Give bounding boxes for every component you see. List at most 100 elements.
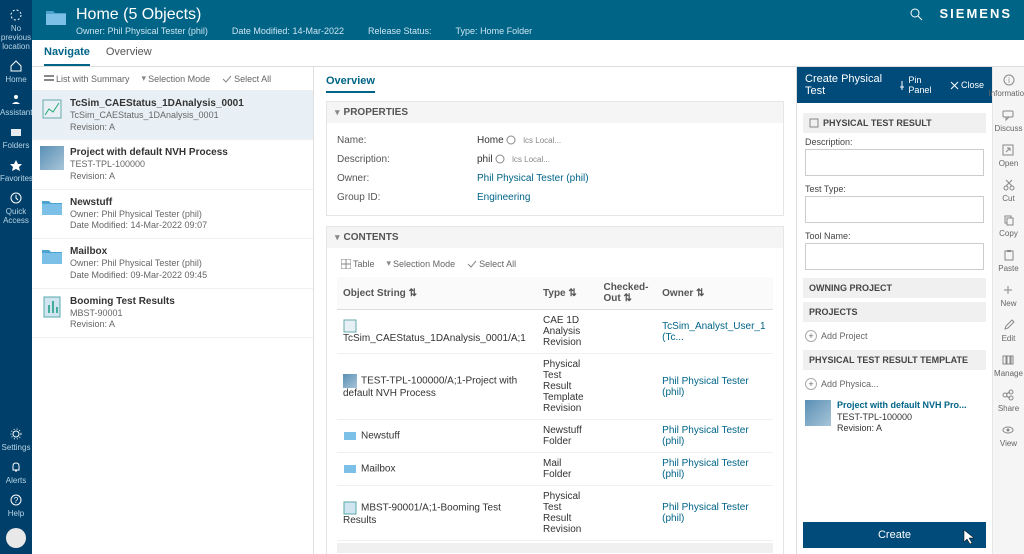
list-toolbar: List with Summary Selection Mode Select … bbox=[32, 67, 313, 91]
col-checked[interactable]: Checked-Out ⇅ bbox=[597, 277, 656, 310]
add-template-button[interactable]: +Add Physica... bbox=[803, 374, 986, 394]
template-card[interactable]: Project with default NVH Pro... TEST-TPL… bbox=[803, 394, 986, 441]
section-template: PHYSICAL TEST RESULT TEMPLATE bbox=[803, 350, 986, 370]
check-icon bbox=[222, 74, 232, 84]
plus-icon: + bbox=[805, 330, 817, 342]
tab-navigate[interactable]: Navigate bbox=[44, 40, 90, 66]
horizontal-scrollbar[interactable] bbox=[337, 543, 773, 553]
brand-logo: SIEMENS bbox=[939, 6, 1012, 21]
create-button[interactable]: Create bbox=[803, 522, 986, 548]
nav-no-previous[interactable]: No previous location bbox=[0, 4, 32, 55]
manage-button[interactable]: Manage bbox=[994, 353, 1023, 378]
nav-quick-access[interactable]: Quick Access bbox=[0, 187, 32, 229]
info-button[interactable]: iInformation bbox=[988, 73, 1024, 98]
main-tabs: Navigate Overview bbox=[32, 40, 1024, 67]
globe-icon bbox=[495, 154, 505, 164]
owner-link[interactable]: Phil Physical Tester (phil) bbox=[656, 486, 773, 541]
selection-mode-toggle[interactable]: Selection Mode bbox=[138, 71, 215, 86]
section-physical-test-result: PHYSICAL TEST RESULT bbox=[803, 113, 986, 133]
page-header: Home (5 Objects) Owner: Phil Physical Te… bbox=[32, 0, 1024, 40]
owner-link[interactable]: Phil Physical Tester (phil) bbox=[656, 453, 773, 486]
item-title: Booming Test Results bbox=[70, 295, 175, 308]
object-list-panel: List with Summary Selection Mode Select … bbox=[32, 67, 314, 554]
test-type-input[interactable] bbox=[805, 196, 984, 223]
tool-name-input[interactable] bbox=[805, 243, 984, 270]
collapse-icon[interactable] bbox=[335, 232, 340, 243]
tab-overview[interactable]: Overview bbox=[106, 40, 152, 66]
nav-home[interactable]: Home bbox=[0, 55, 32, 88]
select-all-toggle-2[interactable]: Select All bbox=[463, 256, 520, 271]
description-input[interactable] bbox=[805, 149, 984, 176]
details-panel: Overview PROPERTIES Name:Home lcs Local.… bbox=[314, 67, 796, 554]
section-projects: PROJECTS bbox=[803, 302, 986, 322]
edit-button[interactable]: Edit bbox=[1002, 318, 1016, 343]
group-link[interactable]: Engineering bbox=[477, 192, 530, 203]
globe-icon bbox=[506, 135, 516, 145]
owner-link[interactable]: TcSim_Analyst_User_1 (Tc... bbox=[656, 310, 773, 354]
user-avatar[interactable] bbox=[6, 528, 26, 548]
list-item[interactable]: TcSim_CAEStatus_1DAnalysis_0001TcSim_CAE… bbox=[32, 91, 313, 140]
table-row[interactable]: TcSim_CAEStatus_1DAnalysis_0001/A;1CAE 1… bbox=[337, 310, 773, 354]
item-icon bbox=[40, 245, 64, 269]
item-title: Project with default NVH Process bbox=[70, 146, 228, 159]
discuss-button[interactable]: Discuss bbox=[994, 108, 1022, 133]
nav-settings[interactable]: Settings bbox=[0, 423, 32, 456]
table-view-toggle[interactable]: Table bbox=[337, 256, 379, 271]
table-row[interactable]: NewstuffNewstuff FolderPhil Physical Tes… bbox=[337, 420, 773, 453]
page-title: Home (5 Objects) bbox=[76, 6, 532, 24]
table-row[interactable]: TEST-TPL-100000/A;1-Project with default… bbox=[337, 354, 773, 420]
share-button[interactable]: Share bbox=[998, 388, 1019, 413]
table-row[interactable]: MBST-90001/A;1-Booming Test ResultsPhysi… bbox=[337, 486, 773, 541]
select-all-toggle[interactable]: Select All bbox=[218, 71, 275, 86]
list-item[interactable]: NewstuffOwner: Phil Physical Tester (phi… bbox=[32, 190, 313, 239]
nav-favorites[interactable]: Favorites bbox=[0, 154, 32, 187]
close-panel-button[interactable]: Close bbox=[950, 75, 984, 95]
open-button[interactable]: Open bbox=[999, 143, 1019, 168]
overview-section-tab[interactable]: Overview bbox=[326, 75, 375, 93]
list-icon bbox=[44, 74, 54, 84]
chevron-down-icon bbox=[142, 73, 147, 84]
list-item[interactable]: Booming Test ResultsMBST-90001Revision: … bbox=[32, 289, 313, 338]
selection-mode-toggle-2[interactable]: Selection Mode bbox=[383, 256, 460, 271]
list-summary-toggle[interactable]: List with Summary bbox=[40, 71, 134, 86]
search-icon[interactable] bbox=[909, 7, 923, 21]
col-type[interactable]: Type ⇅ bbox=[537, 277, 597, 310]
owner-link[interactable]: Phil Physical Tester (phil) bbox=[656, 354, 773, 420]
pin-icon bbox=[898, 81, 906, 90]
item-icon bbox=[40, 295, 64, 319]
tool-rail-right: iInformation Discuss Open Cut Copy Paste… bbox=[992, 67, 1024, 554]
check-icon bbox=[467, 259, 477, 269]
copy-button[interactable]: Copy bbox=[999, 213, 1018, 238]
nav-assistant[interactable]: Assistant bbox=[0, 88, 32, 121]
table-icon bbox=[341, 259, 351, 269]
item-icon bbox=[40, 97, 64, 121]
list-item[interactable]: MailboxOwner: Phil Physical Tester (phil… bbox=[32, 239, 313, 288]
nav-rail-left: No previous location Home Assistant Fold… bbox=[0, 0, 32, 554]
table-row[interactable]: MailboxMail FolderPhil Physical Tester (… bbox=[337, 453, 773, 486]
add-project-button[interactable]: +Add Project bbox=[803, 326, 986, 346]
new-button[interactable]: New bbox=[1000, 283, 1016, 308]
collapse-icon[interactable] bbox=[335, 107, 340, 118]
view-button[interactable]: View bbox=[1000, 423, 1017, 448]
template-thumbnail bbox=[805, 400, 831, 426]
nav-help[interactable]: ?Help bbox=[0, 489, 32, 522]
list-item[interactable]: Project with default NVH ProcessTEST-TPL… bbox=[32, 140, 313, 189]
owner-link[interactable]: Phil Physical Tester (phil) bbox=[477, 173, 589, 184]
nav-alerts[interactable]: Alerts bbox=[0, 456, 32, 489]
item-icon bbox=[40, 196, 64, 220]
panel-title: Create Physical Test bbox=[805, 73, 898, 97]
col-object[interactable]: Object String ⇅ bbox=[337, 277, 537, 310]
nav-folders[interactable]: Folders bbox=[0, 121, 32, 154]
plus-icon: + bbox=[805, 378, 817, 390]
document-icon bbox=[809, 118, 819, 128]
paste-button[interactable]: Paste bbox=[998, 248, 1018, 273]
svg-text:?: ? bbox=[14, 496, 19, 505]
chevron-down-icon bbox=[387, 258, 392, 269]
folder-icon bbox=[44, 8, 68, 28]
owner-link[interactable]: Phil Physical Tester (phil) bbox=[656, 420, 773, 453]
cut-button[interactable]: Cut bbox=[1002, 178, 1016, 203]
pin-panel-button[interactable]: Pin Panel bbox=[898, 75, 942, 95]
svg-text:i: i bbox=[1008, 76, 1010, 85]
col-owner[interactable]: Owner ⇅ bbox=[656, 277, 773, 310]
item-title: TcSim_CAEStatus_1DAnalysis_0001 bbox=[70, 97, 244, 110]
